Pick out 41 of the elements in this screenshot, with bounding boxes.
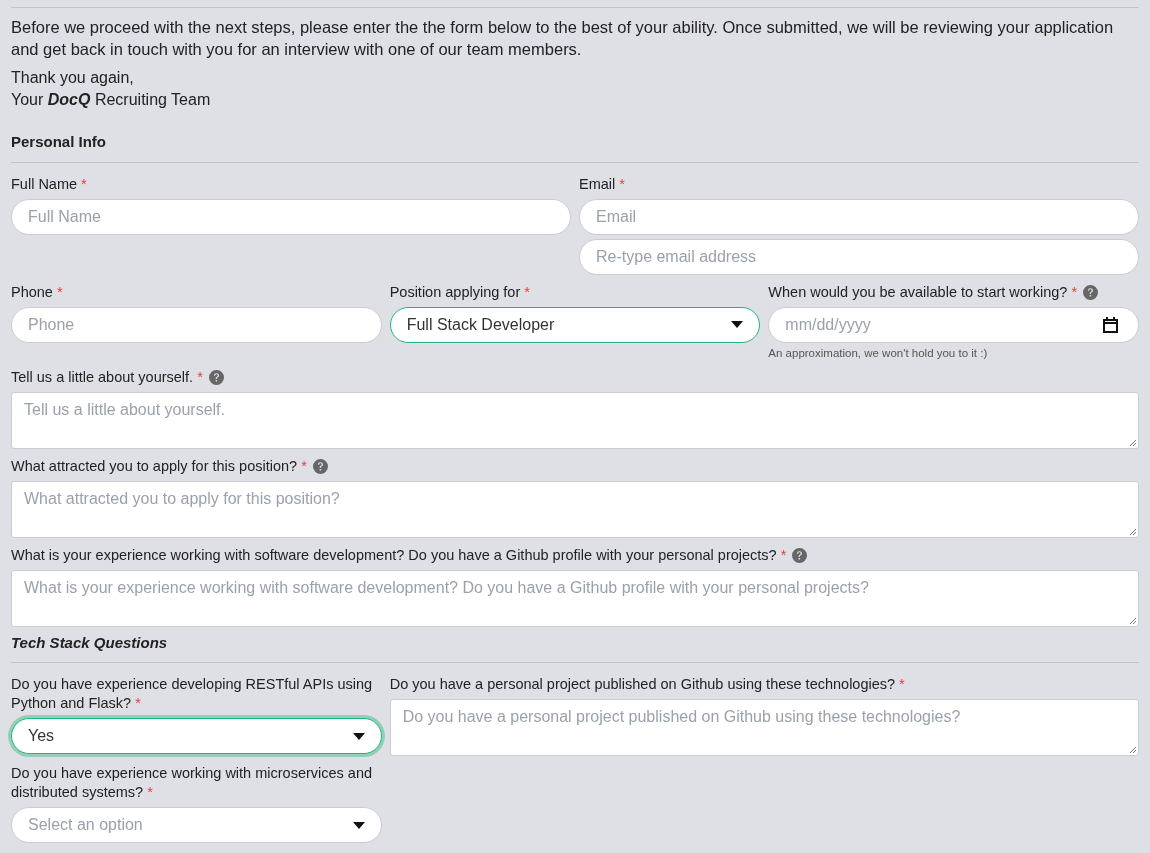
text-area[interactable]: What is your experience working with software development? Do you have a Github profile with your personal projects?: [11, 569, 1139, 627]
caret-icon: [352, 821, 365, 829]
field-label: Do you have experience developing RESTful APIs using Python and Flask? *: [11, 675, 374, 713]
field-label: Do you have a personal project published on Github using these technologies? *: [389, 675, 905, 694]
field-hint: An approximation, we won't hold you to it :): [768, 345, 989, 360]
caret-icon: [352, 732, 365, 740]
resize-handle-icon[interactable]: [1129, 527, 1136, 535]
caret-icon: [731, 321, 744, 328]
field-label: What attracted you to apply for this position? *: [11, 456, 307, 476]
help-icon[interactable]: [1083, 284, 1099, 300]
field-label: When would you be available to start working? *: [768, 282, 1078, 302]
intro-paragraph: Before we proceed with the next steps, please enter the the form below to the best of your ability. Once submitted, we will be reviewing your application and get back in touch with you for an interview with one of our team members.: [11, 17, 1115, 60]
calendar-icon: [1103, 316, 1118, 333]
field-label: What is your experience working with software development? Do you have a Github profile with your personal projects? *: [11, 545, 787, 565]
help-icon[interactable]: [208, 369, 224, 385]
select-field[interactable]: Full Stack Developer: [389, 306, 761, 343]
help-icon[interactable]: [792, 547, 808, 563]
field-label: Full Name *: [11, 174, 87, 194]
help-icon[interactable]: [312, 458, 328, 474]
section-heading: Tech Stack Questions: [11, 632, 169, 653]
select-field[interactable]: Select an option: [11, 807, 382, 843]
input-field[interactable]: Phone: [11, 306, 382, 343]
field-label: Position applying for *: [389, 282, 530, 302]
signoff-line: Your DocQ Recruiting Team: [11, 90, 212, 110]
text-area[interactable]: Tell us a little about yourself.: [11, 391, 1139, 449]
resize-handle-icon[interactable]: [1129, 616, 1136, 624]
input-field[interactable]: Re-type email address: [579, 238, 1139, 275]
text-area[interactable]: What attracted you to apply for this position?: [11, 480, 1139, 538]
field-label: Phone *: [11, 282, 63, 302]
field-label: Tell us a little about yourself. *: [11, 367, 203, 387]
field-label: Do you have experience working with microservices and distributed systems? *: [11, 764, 374, 802]
input-field[interactable]: Email: [579, 198, 1139, 235]
input-field[interactable]: Full Name: [11, 198, 571, 235]
text-area[interactable]: Do you have a personal project published on Github using these technologies?: [389, 699, 1139, 756]
resize-handle-icon[interactable]: [1129, 438, 1136, 446]
signoff-line: Thank you again,: [11, 68, 135, 88]
select-field[interactable]: Yes: [11, 718, 382, 754]
resize-handle-icon[interactable]: [1129, 746, 1136, 753]
section-heading: Personal Info: [11, 132, 108, 152]
field-label: Email *: [579, 174, 625, 194]
date-field[interactable]: mm/dd/yyyy: [768, 306, 1139, 343]
